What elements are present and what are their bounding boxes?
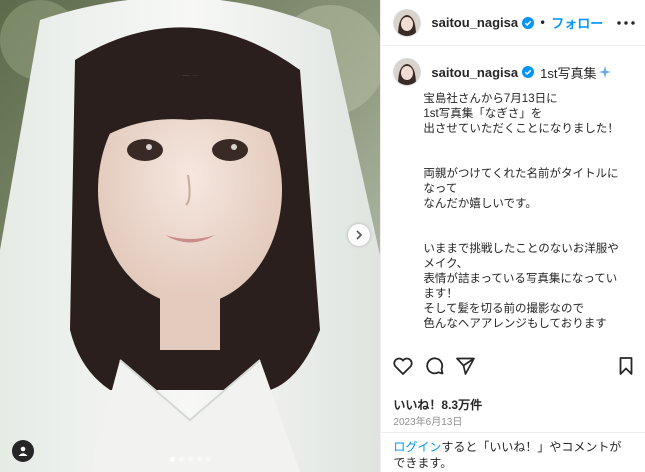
post-header: saitou_nagisa • フォロー: [381, 0, 645, 46]
action-bar: [393, 356, 633, 375]
more-options-icon: [617, 20, 635, 25]
header-username[interactable]: saitou_nagisa: [431, 15, 518, 30]
carousel-dot: [178, 457, 184, 462]
bookmark-icon: [619, 356, 633, 375]
carousel-dot: [205, 457, 211, 462]
tagged-users-button[interactable]: [12, 440, 34, 462]
caption-avatar[interactable]: [393, 58, 422, 86]
carousel-dot: [169, 457, 175, 462]
sparkle-emoji-icon: [599, 66, 612, 78]
paper-plane-icon: [456, 357, 476, 375]
verified-badge-icon: [522, 66, 535, 78]
carousel-indicator: [0, 457, 380, 462]
caption-header: saitou_nagisa 1st写真集: [381, 46, 645, 86]
user-tag-icon: [18, 446, 28, 456]
chevron-right-icon: [356, 230, 363, 240]
avatar-image: [394, 9, 421, 36]
avatar-image: [394, 59, 421, 85]
like-count[interactable]: いいね！8.3万件: [393, 396, 482, 413]
carousel-dot: [187, 457, 193, 462]
like-button[interactable]: [393, 357, 414, 375]
comment-icon: [426, 357, 444, 375]
post-side-panel: saitou_nagisa • フォロー saitou_nagisa 1st写真…: [380, 0, 645, 472]
avatar[interactable]: [393, 8, 422, 37]
verified-badge-icon: [522, 16, 535, 29]
heart-icon: [393, 357, 414, 375]
carousel-dot: [196, 457, 202, 462]
more-options-button[interactable]: [617, 20, 635, 25]
portrait-image: [0, 0, 381, 472]
post-photo[interactable]: [0, 0, 381, 472]
login-link[interactable]: ログイン: [393, 440, 441, 454]
comment-button[interactable]: [425, 356, 444, 375]
save-button[interactable]: [619, 356, 633, 375]
share-button[interactable]: [456, 357, 476, 375]
follow-button[interactable]: フォロー: [551, 13, 603, 32]
caption-text: 宝島社さんから7月13日に 1st写真集「なぎさ」を 出させていただくことになり…: [423, 93, 619, 330]
post-date[interactable]: 2023年6月13日: [393, 413, 462, 428]
instagram-post: saitou_nagisa • フォロー saitou_nagisa 1st写真…: [0, 0, 645, 472]
caption-username[interactable]: saitou_nagisa: [431, 65, 518, 80]
header-separator: •: [539, 15, 547, 30]
caption-title: 1st写真集: [540, 65, 597, 81]
login-prompt: ログインすると「いいね！」やコメントができます。: [381, 432, 645, 471]
